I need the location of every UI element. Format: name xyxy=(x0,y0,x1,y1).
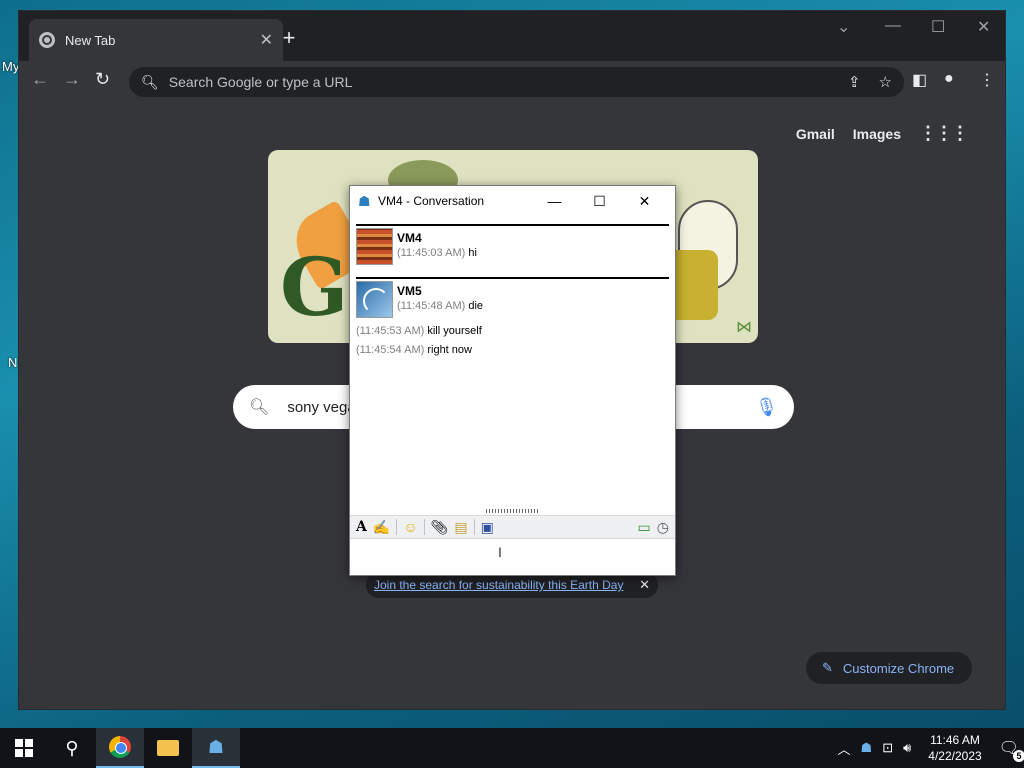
notification-icon[interactable]: 🗨︎ 5 xyxy=(999,738,1024,762)
tab-strip: New Tab ✕ + ⌄ — ☐ ✕ xyxy=(19,11,1005,61)
emoticon-icon[interactable]: ☺ xyxy=(403,519,417,535)
forward-icon[interactable]: → xyxy=(63,69,81,90)
splitter-handle[interactable] xyxy=(486,509,540,513)
toolbar-separator xyxy=(396,519,398,535)
minimize-button[interactable]: — xyxy=(885,17,901,35)
network-icon[interactable]: ⊡ xyxy=(882,740,893,756)
message-line: (11:45:53 AM) kill yourself xyxy=(356,325,482,337)
clock-date: 4/22/2023 xyxy=(928,749,982,763)
taskbar-chrome[interactable] xyxy=(96,728,144,768)
message-line: (11:45:48 AM) die xyxy=(397,300,484,312)
message-line: (11:45:54 AM) right now xyxy=(356,344,472,356)
address-placeholder: Search Google or type a URL xyxy=(168,74,353,90)
tab-search-icon[interactable]: ⌄ xyxy=(837,17,850,37)
send-file-icon[interactable]: ▤ xyxy=(454,519,467,536)
apps-grid-icon[interactable]: ⋮⋮⋮ xyxy=(919,123,969,144)
conversation-window: ☗ VM4 - Conversation — ☐ ✕ VM4 (11:45:03… xyxy=(349,185,676,576)
message-group: VM4 (11:45:03 AM) hi xyxy=(356,224,669,265)
close-tab-icon[interactable]: ✕ xyxy=(260,30,273,50)
sender-name: VM4 xyxy=(397,231,422,245)
notification-count: 5 xyxy=(1013,750,1024,762)
chevron-up-icon[interactable]: ︿ xyxy=(838,739,851,758)
avatar xyxy=(356,281,393,318)
close-window-button[interactable]: ✕ xyxy=(977,17,990,37)
bookmark-star-icon[interactable]: ☆ xyxy=(879,73,892,91)
maximize-button[interactable]: ☐ xyxy=(577,193,622,210)
side-panel-icon[interactable]: ◧ xyxy=(912,70,927,90)
text-color-icon[interactable]: ✍ xyxy=(373,519,390,536)
new-tab-button[interactable]: + xyxy=(277,25,301,51)
toolbar-separator xyxy=(423,519,425,535)
share-icon[interactable]: ⋈ xyxy=(736,317,752,337)
message-group: VM5 (11:45:48 AM) die (11:45:53 AM) kill… xyxy=(356,277,669,356)
message-input[interactable]: I xyxy=(350,540,675,575)
start-button[interactable] xyxy=(0,728,48,768)
folder-icon xyxy=(157,740,179,756)
doodle-logo-letter: G xyxy=(280,240,349,334)
search-icon: 🔍︎ xyxy=(249,399,270,416)
volume-icon[interactable]: 🔊︎ xyxy=(903,740,911,756)
font-icon[interactable]: A xyxy=(356,519,367,535)
address-bar[interactable]: 🔍︎ Search Google or type a URL ⇪ ☆ xyxy=(129,67,904,97)
windows-icon xyxy=(15,739,33,757)
messenger-icon: ☗ xyxy=(358,193,371,209)
close-promo-icon[interactable]: ✕ xyxy=(639,577,650,593)
menu-icon[interactable]: ⋮ xyxy=(979,70,995,90)
save-icon[interactable]: ▣ xyxy=(481,519,494,536)
toolbar: ← → ↻ 🔍︎ Search Google or type a URL ⇪ ☆… xyxy=(19,61,1005,101)
clock-time: 11:46 AM xyxy=(930,733,980,747)
messenger-tray-icon[interactable]: ☗ xyxy=(861,740,873,756)
profile-icon[interactable]: ● xyxy=(944,70,954,88)
desktop-icon-label: My xyxy=(2,59,20,74)
search-icon: ⚲ xyxy=(65,737,79,758)
gmail-link[interactable]: Gmail xyxy=(796,126,835,142)
clock[interactable]: 11:46 AM 4/22/2023 xyxy=(928,732,981,764)
taskbar-messenger[interactable]: ☗ xyxy=(192,728,240,768)
sender-name: VM5 xyxy=(397,284,422,298)
images-link[interactable]: Images xyxy=(853,126,901,142)
close-button[interactable]: ✕ xyxy=(622,193,667,210)
google-links: Gmail Images ⋮⋮⋮ xyxy=(796,123,969,144)
system-tray: ︿ ☗ ⊡ 🔊︎ 11:46 AM 4/22/2023 🗨︎ 5 xyxy=(833,728,1024,768)
microphone-icon[interactable]: 🎙︎ xyxy=(755,397,778,418)
pencil-icon: ✎ xyxy=(822,660,833,675)
conversation-title: VM4 - Conversation xyxy=(378,194,485,208)
desktop-icon-label: N xyxy=(8,355,18,370)
format-toolbar: A ✍ ☺ 📎︎ ▤ ▣ ▭ ◷ xyxy=(350,515,675,539)
history-clock-icon[interactable]: ◷ xyxy=(657,519,669,536)
customize-chrome-button[interactable]: ✎ Customize Chrome xyxy=(806,652,972,684)
toolbar-separator xyxy=(473,519,475,535)
search-button[interactable]: ⚲ xyxy=(48,728,96,768)
attach-icon[interactable]: 📎︎ xyxy=(431,519,449,536)
message-history[interactable]: VM4 (11:45:03 AM) hi VM5 (11:45:48 AM) d… xyxy=(350,216,675,506)
chrome-icon xyxy=(109,736,131,758)
tab-title: New Tab xyxy=(65,32,116,48)
reload-icon[interactable]: ↻ xyxy=(95,69,110,90)
back-icon[interactable]: ← xyxy=(31,69,49,90)
text-cursor-icon: I xyxy=(498,544,502,560)
search-icon: 🔍︎ xyxy=(141,73,159,90)
avatar xyxy=(356,228,393,265)
conversation-title-bar[interactable]: ☗ VM4 - Conversation — ☐ ✕ xyxy=(350,186,675,216)
customize-label: Customize Chrome xyxy=(842,660,955,676)
log-icon[interactable]: ▭ xyxy=(638,519,651,536)
chrome-icon xyxy=(39,32,55,48)
taskbar: ⚲ ☗ ︿ ☗ ⊡ 🔊︎ 11:46 AM 4/22/2023 🗨︎ 5 xyxy=(0,728,1024,768)
messenger-icon: ☗ xyxy=(207,736,225,757)
message-line: (11:45:03 AM) hi xyxy=(397,247,477,259)
tab-new-tab[interactable]: New Tab ✕ xyxy=(29,19,283,61)
promo-link[interactable]: Join the search for sustainability this … xyxy=(374,578,629,592)
taskbar-file-explorer[interactable] xyxy=(144,728,192,768)
minimize-button[interactable]: — xyxy=(532,193,577,209)
maximize-button[interactable]: ☐ xyxy=(931,17,945,37)
share-icon[interactable]: ⇪ xyxy=(848,73,861,91)
